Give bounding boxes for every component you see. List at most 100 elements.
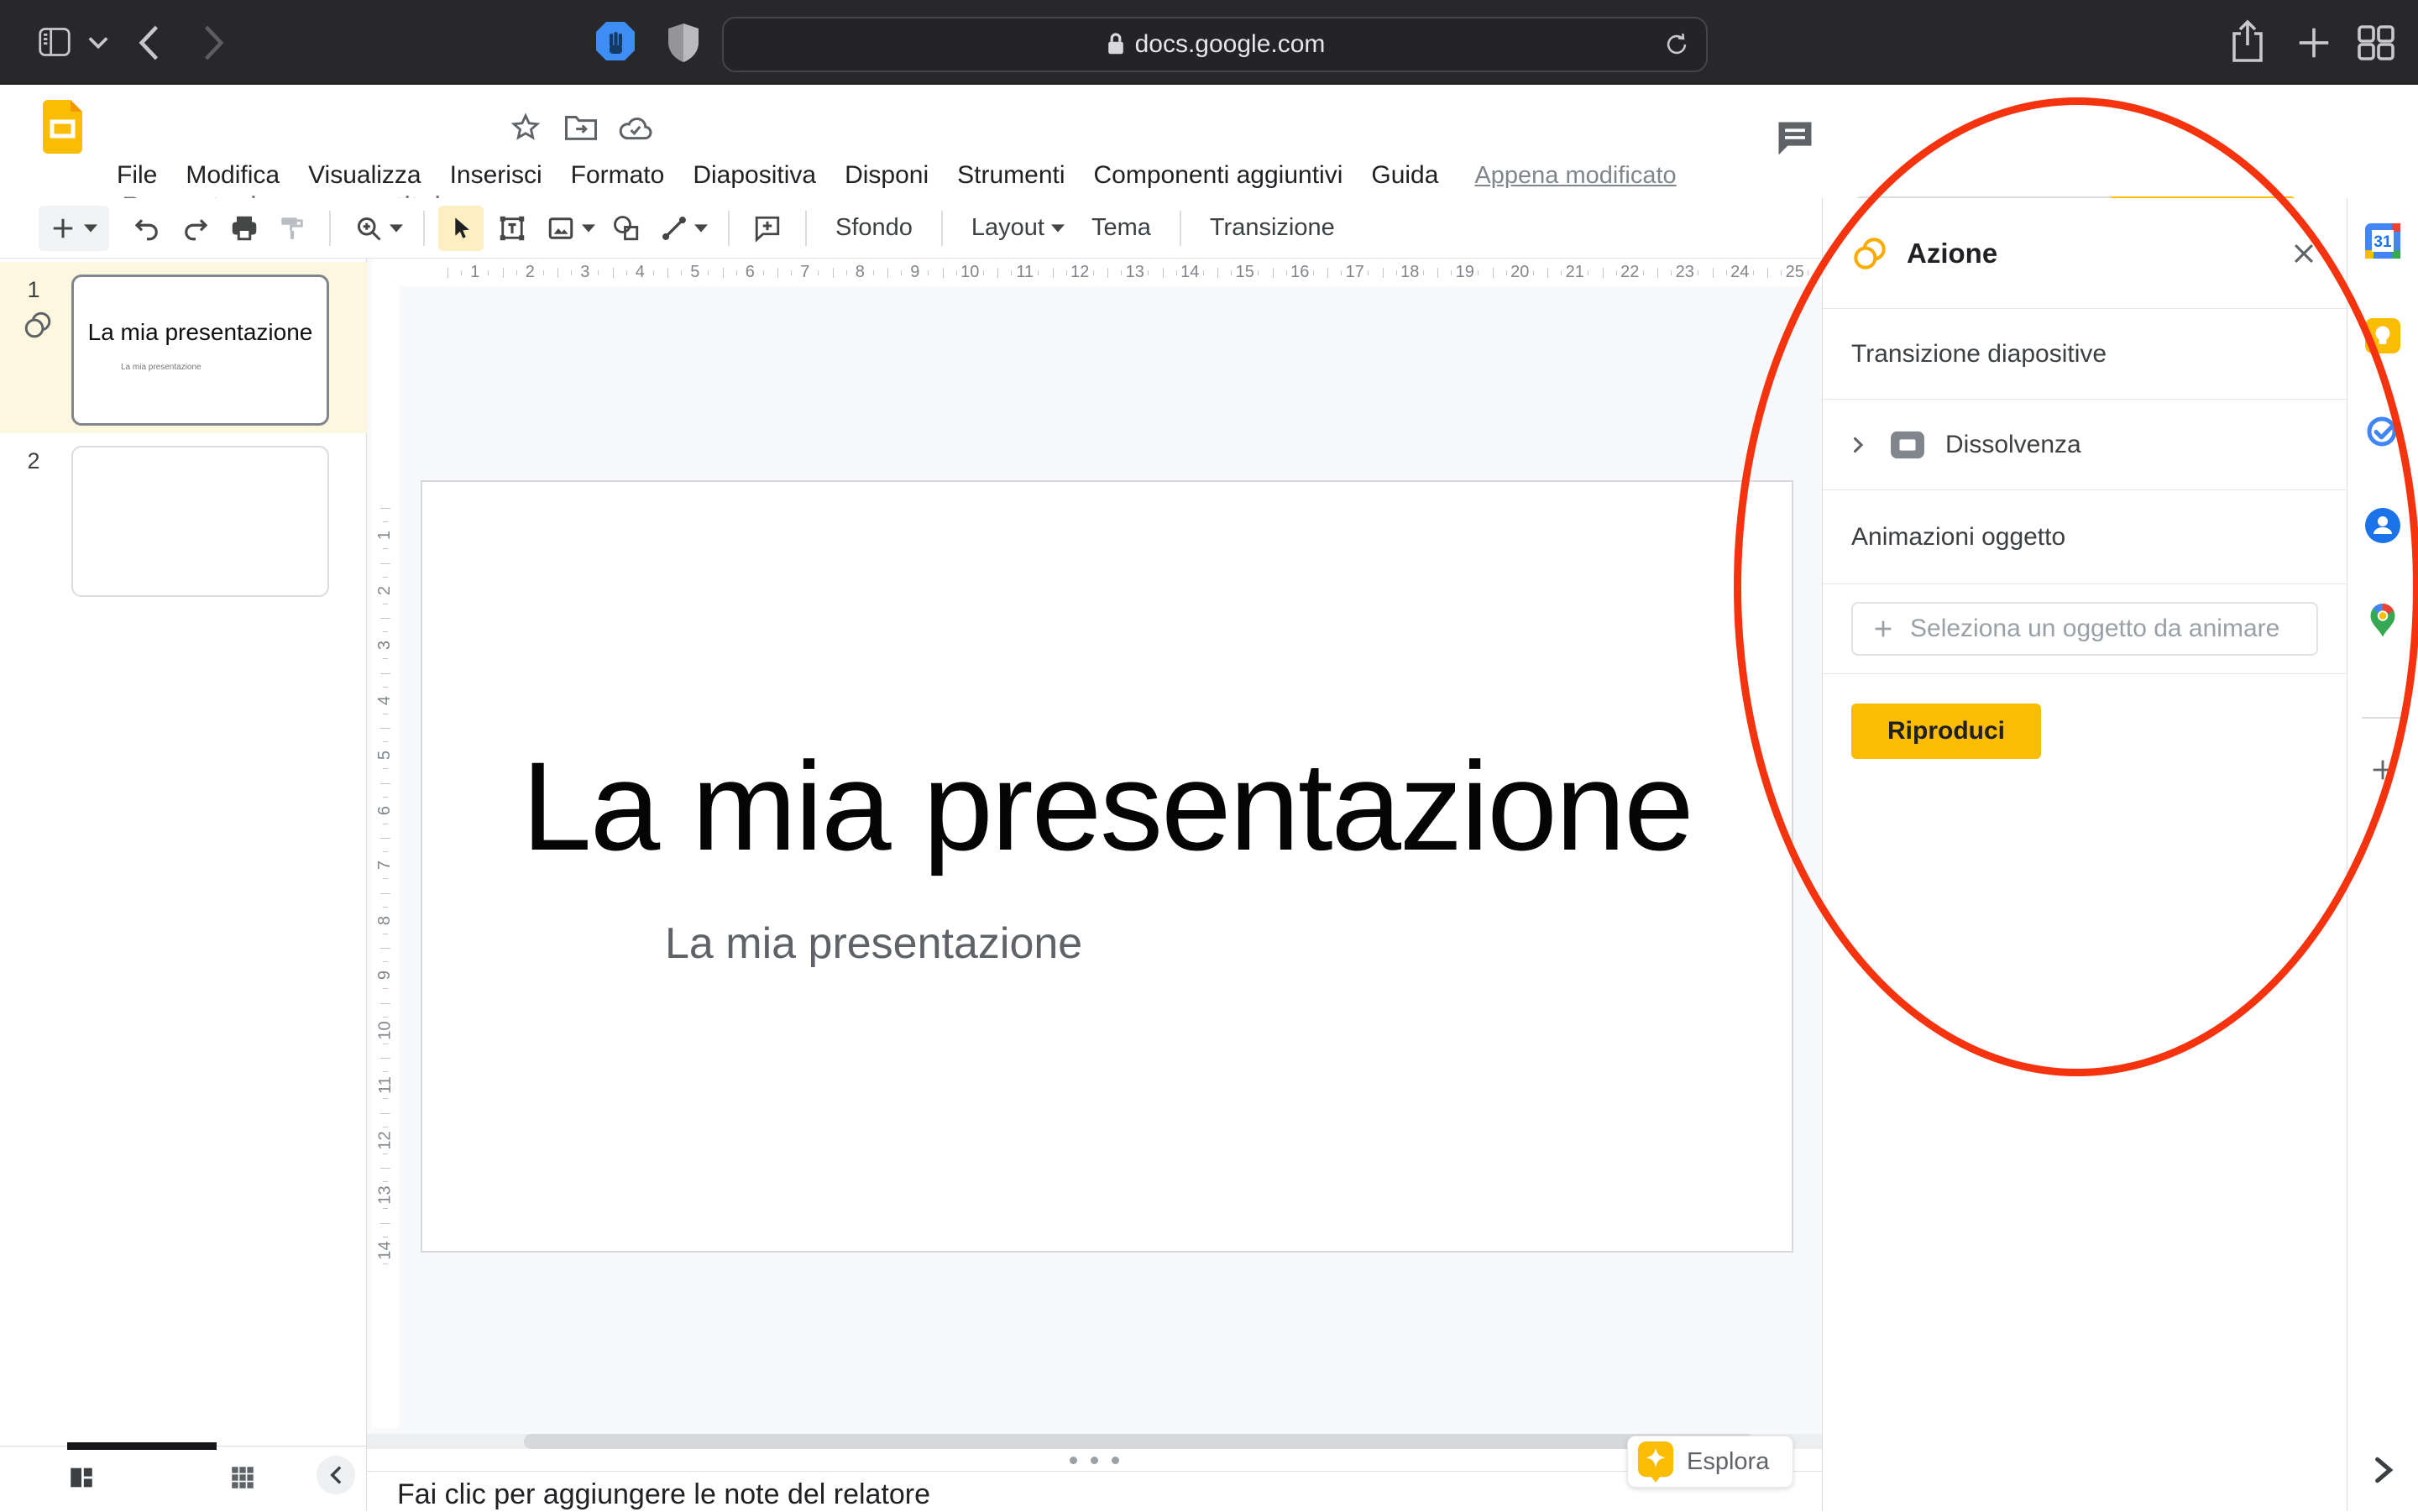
slide-subtitle-text[interactable]: La mia presentazione <box>665 918 1082 969</box>
menu-item[interactable]: Formato <box>557 161 679 190</box>
close-panel-icon[interactable] <box>2290 239 2318 268</box>
panel-title: Azione <box>1907 238 1997 269</box>
slides-logo-icon[interactable] <box>43 100 82 154</box>
menu-item[interactable]: Disponi <box>830 161 943 190</box>
tasks-icon[interactable] <box>2363 411 2402 450</box>
insert-line-icon[interactable] <box>660 214 688 243</box>
select-object-row: Seleziona un oggetto da animare <box>1823 584 2347 674</box>
extension-adblock-icon[interactable] <box>594 20 636 65</box>
expand-chevron-icon[interactable] <box>1846 433 1870 457</box>
motion-panel: Azione Transizione diapositive Dissolven… <box>1822 198 2347 1511</box>
slide-number: 2 <box>17 448 50 474</box>
contacts-icon[interactable] <box>2363 506 2402 545</box>
menu-item[interactable]: Inserisci <box>436 161 557 190</box>
keep-icon[interactable] <box>2363 317 2402 355</box>
tab-overview-icon[interactable] <box>2356 24 2396 62</box>
insert-image-icon[interactable] <box>546 213 576 243</box>
new-tab-icon[interactable] <box>2295 24 2333 62</box>
transition-row[interactable]: Dissolvenza <box>1823 400 2347 490</box>
select-object-button[interactable]: Seleziona un oggetto da animare <box>1851 602 2318 656</box>
textbox-icon[interactable] <box>497 213 527 243</box>
toolbar-divider <box>329 211 331 246</box>
sidebar-toggle-icon[interactable] <box>37 26 72 58</box>
hide-side-panel-icon[interactable] <box>2370 1456 2395 1484</box>
image-dropdown-caret[interactable] <box>582 224 595 233</box>
transition-applied-icon <box>22 309 54 341</box>
grid-view-icon[interactable] <box>228 1463 257 1492</box>
url-text: docs.google.com <box>1135 30 1326 59</box>
transition-button[interactable]: Transizione <box>1195 214 1350 242</box>
address-bar[interactable]: docs.google.com <box>722 17 1708 72</box>
print-icon[interactable] <box>229 213 259 243</box>
menu-item[interactable]: Modifica <box>171 161 294 190</box>
menu-items: FileModificaVisualizzaInserisciFormatoDi… <box>102 161 1452 190</box>
menu-bar: FileModificaVisualizzaInserisciFormatoDi… <box>0 156 1677 195</box>
slide-1-thumbnail[interactable]: La mia presentazione La mia presentazion… <box>71 275 329 426</box>
layout-button[interactable]: Layout <box>956 214 1065 242</box>
horizontal-scrollbar-thumb[interactable] <box>524 1434 1755 1449</box>
explore-label: Esplora <box>1687 1448 1769 1476</box>
chevron-down-icon[interactable] <box>87 35 109 50</box>
slide-transition-section-label: Transizione diapositive <box>1823 309 2347 400</box>
filmstrip-view-icon[interactable] <box>67 1463 96 1492</box>
paint-format-icon[interactable] <box>278 213 306 243</box>
slide-canvas[interactable]: La mia presentazione La mia presentazion… <box>421 480 1793 1253</box>
slide-number: 1 <box>17 277 50 303</box>
undo-icon[interactable] <box>132 213 162 243</box>
zoom-dropdown-caret[interactable] <box>390 224 403 233</box>
maps-icon[interactable] <box>2363 601 2402 640</box>
menu-item[interactable]: Diapositiva <box>678 161 830 190</box>
vertical-ruler: 1234567891011121314 <box>372 286 399 1428</box>
menu-item[interactable]: Strumenti <box>943 161 1079 190</box>
back-button[interactable] <box>136 24 161 62</box>
theme-button[interactable]: Tema <box>1076 214 1166 242</box>
menu-item[interactable]: Componenti aggiuntivi <box>1080 161 1358 190</box>
reload-icon[interactable] <box>1662 29 1691 60</box>
insert-shape-icon[interactable] <box>611 213 641 243</box>
collapse-filmstrip-button[interactable] <box>317 1456 355 1494</box>
add-addon-icon[interactable] <box>2368 756 2397 784</box>
line-dropdown-caret[interactable] <box>694 224 708 233</box>
menu-item[interactable]: Guida <box>1357 161 1452 190</box>
extension-shield-icon[interactable] <box>665 22 702 64</box>
play-animations-button[interactable]: Riproduci <box>1851 704 2041 759</box>
select-tool-active[interactable] <box>438 206 484 251</box>
notes-resize-handle[interactable] <box>367 1449 1822 1472</box>
filmstrip-slide-1[interactable]: 1 La mia presentazione La mia presentazi… <box>0 262 367 433</box>
last-edit-status[interactable]: Appena modificato <box>1474 162 1676 190</box>
thumbnail-title: La mia presentazione <box>74 319 327 346</box>
object-animations-section-label: Animazioni oggetto <box>1823 490 2347 584</box>
menu-item[interactable]: File <box>102 161 171 190</box>
new-slide-button[interactable] <box>39 206 109 251</box>
filmstrip-slide-2[interactable]: 2 <box>0 433 367 604</box>
speaker-notes-placeholder: Fai clic per aggiungere le note del rela… <box>397 1478 930 1511</box>
explore-button[interactable]: Esplora <box>1627 1436 1793 1488</box>
slide-thumb-icon <box>1888 429 1927 461</box>
cloud-saved-icon[interactable] <box>618 113 653 142</box>
canvas-area: 1234567891011121314151617181920212223242… <box>367 259 1822 1511</box>
toolbar-divider <box>728 211 730 246</box>
redo-icon[interactable] <box>181 213 211 243</box>
comments-icon[interactable] <box>1773 117 1817 160</box>
forward-button[interactable] <box>202 24 227 62</box>
speaker-notes-area[interactable]: Fai clic per aggiungere le note del rela… <box>367 1472 1822 1511</box>
explore-sparkle-icon <box>1636 1440 1675 1483</box>
menu-item[interactable]: Visualizza <box>294 161 436 190</box>
star-icon[interactable] <box>510 112 542 144</box>
ruler-corner <box>372 259 399 286</box>
horizontal-scrollbar-track[interactable] <box>367 1434 1822 1449</box>
browser-chrome: docs.google.com <box>0 0 2418 85</box>
background-button[interactable]: Sfondo <box>820 214 928 242</box>
google-side-panel: 31 <box>2347 198 2418 1511</box>
app-header: Presentazione senza titolo FileModificaV… <box>0 85 2418 198</box>
share-icon[interactable] <box>2229 18 2266 64</box>
toolbar: Sfondo Layout Tema Transizione <box>0 198 1822 259</box>
slide-title-text[interactable]: La mia presentazione <box>422 734 1792 879</box>
zoom-icon[interactable] <box>353 213 384 243</box>
move-folder-icon[interactable] <box>564 113 598 142</box>
calendar-icon[interactable]: 31 <box>2363 222 2402 260</box>
insert-comment-icon[interactable] <box>752 213 782 243</box>
lock-icon <box>1105 31 1127 58</box>
svg-text:31: 31 <box>2374 233 2392 251</box>
slide-2-thumbnail[interactable] <box>71 446 329 597</box>
